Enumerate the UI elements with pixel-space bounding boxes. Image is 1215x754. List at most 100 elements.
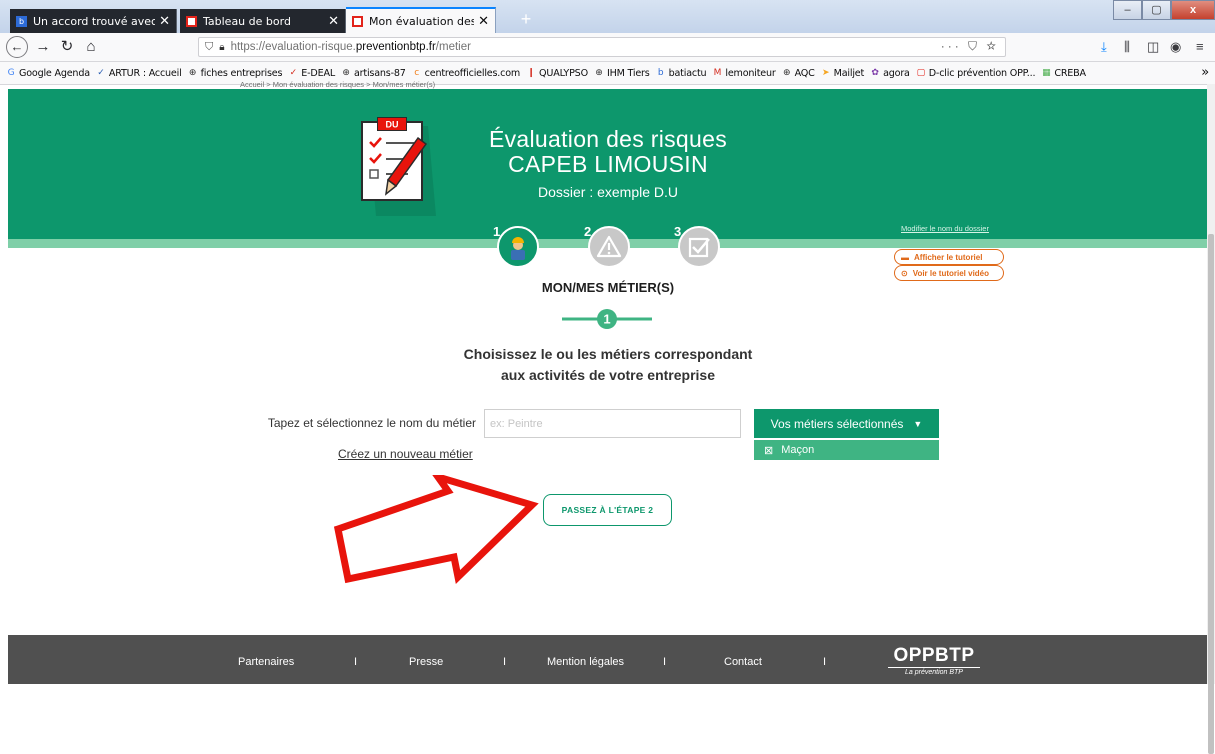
url-bar[interactable]: ⛉ 🔒︎ https://evaluation-risque. preventio…	[198, 37, 1006, 57]
back-icon[interactable]: ←	[6, 36, 28, 58]
close-tab-icon[interactable]: ✕	[159, 14, 170, 29]
tab-label: Mon évaluation des risques	[369, 14, 475, 28]
browser-navbar: ← → ↻ ⌂ ⛉ 🔒︎ https://evaluation-risque. p…	[0, 33, 1215, 62]
bookmark-item[interactable]: ▢ D-clic prévention OPP...	[916, 68, 1036, 79]
maximize-button[interactable]: ▢	[1142, 0, 1171, 20]
bookmark-item[interactable]: ⊕ fiches entreprises	[188, 68, 283, 79]
checked-box-icon[interactable]: ⊠	[764, 444, 773, 457]
caret-down-icon: ▼	[913, 418, 923, 429]
home-icon[interactable]: ⌂	[80, 37, 102, 57]
batiactu-favicon-icon: b	[16, 15, 27, 27]
page-scrollbar[interactable]	[1207, 84, 1215, 754]
bookmark-label: Mailjet	[833, 67, 865, 79]
hero-title-line1: Évaluation des risques	[488, 126, 727, 152]
reload-icon[interactable]: ↻	[56, 37, 78, 57]
show-tutorial-label: Afficher le tutoriel	[914, 252, 983, 262]
scrollbar-thumb[interactable]	[1208, 234, 1214, 754]
bookmark-label: lemoniteur	[725, 67, 776, 79]
bookmark-item[interactable]: ➤ Mailjet	[821, 68, 864, 79]
minimize-button[interactable]: –	[1113, 0, 1142, 20]
footer-separator: I	[663, 656, 667, 668]
forward-icon[interactable]: →	[32, 37, 54, 57]
browser-tab-3-active[interactable]: Mon évaluation des risques ✕	[346, 7, 496, 33]
create-job-link[interactable]: Créez un nouveau métier	[338, 447, 473, 461]
selected-jobs-dropdown[interactable]: Vos métiers sélectionnés ▼	[754, 409, 939, 438]
bookmark-label: agora	[883, 67, 910, 79]
bookmark-item[interactable]: G Google Agenda	[6, 68, 90, 79]
close-window-button[interactable]: x	[1171, 0, 1215, 20]
section-title: MON/MES MÉTIER(S)	[541, 280, 675, 295]
rename-folder-link[interactable]: Modifier le nom du dossier	[901, 224, 989, 233]
bookmark-item[interactable]: c centreofficielles.com	[412, 68, 520, 79]
video-tutorial-button[interactable]: ⊙ Voir le tutoriel vidéo	[894, 265, 1004, 281]
bookmark-item[interactable]: b batiactu	[656, 68, 707, 79]
step-2-badge[interactable]: 2	[584, 224, 630, 268]
footer-link-legal[interactable]: Mention légales	[547, 656, 624, 668]
more-bookmarks-chevron-icon[interactable]: »	[1201, 62, 1209, 84]
bookmark-label: QUALYPSO	[539, 67, 588, 79]
bookmark-item[interactable]: ▦ CREBA	[1041, 68, 1086, 79]
oppbtp-logo[interactable]: OPPBTP La prévention BTP	[888, 646, 980, 679]
google-icon: G	[7, 68, 15, 78]
lock-icon[interactable]: 🔒︎	[219, 42, 224, 53]
step-1-badge[interactable]: 1	[493, 224, 539, 268]
close-tab-icon[interactable]: ✕	[478, 14, 489, 29]
doc-badge-text: DU	[386, 120, 399, 130]
tab-label: Un accord trouvé avec l'Etat po	[33, 14, 156, 28]
url-host: preventionbtp.fr	[355, 41, 436, 53]
downloads-icon[interactable]: ⤓	[1101, 39, 1107, 55]
show-tutorial-button[interactable]: ▬ Afficher le tutoriel	[894, 249, 1004, 265]
dclic-icon: ▢	[916, 68, 926, 78]
bookmark-item[interactable]: ❙ QUALYPSO	[526, 68, 588, 79]
url-prefix: https://evaluation-risque.	[230, 41, 356, 53]
bookmark-item[interactable]: ✓ E-DEAL	[288, 68, 336, 79]
bookmark-label: D-clic prévention OPP...	[928, 67, 1036, 79]
warning-icon	[596, 235, 622, 258]
bookmark-item[interactable]: Mlemoniteur	[712, 67, 776, 79]
job-search-input[interactable]	[484, 409, 741, 438]
menu-icon[interactable]: ≡	[1196, 39, 1204, 54]
bookmark-label: artisans-87	[353, 67, 406, 79]
step-indicator: 1	[562, 309, 652, 329]
step-3-badge[interactable]: 3	[674, 224, 720, 268]
opp-favicon-icon	[352, 15, 363, 27]
breadcrumb: Accueil > Mon évaluation des risques > M…	[240, 80, 436, 89]
mailjet-icon: ➤	[821, 68, 830, 78]
selected-job-item[interactable]: ⊠ Maçon	[754, 440, 939, 460]
bookmark-item[interactable]: ⊕ artisans-87	[341, 68, 406, 79]
bookmark-label: AQC	[794, 67, 815, 79]
document-checklist-icon: DU	[361, 117, 436, 216]
account-icon[interactable]: ◉	[1170, 39, 1181, 55]
footer-link-partners[interactable]: Partenaires	[238, 656, 294, 668]
next-step-button[interactable]: PASSEZ À L'ÉTAPE 2	[543, 494, 672, 526]
bookmark-label: fiches entreprises	[200, 67, 283, 79]
dashboard-favicon-icon	[186, 15, 197, 27]
footer-separator: I	[503, 656, 507, 668]
new-tab-button[interactable]: +	[516, 9, 536, 31]
sidebar-icon[interactable]: ◫	[1147, 39, 1159, 55]
library-icon[interactable]: ⫼	[1124, 39, 1130, 55]
bookmark-item[interactable]: ✓ ARTUR : Accueil	[96, 68, 182, 79]
browser-tab-2[interactable]: Tableau de bord ✕	[180, 9, 346, 33]
close-tab-icon[interactable]: ✕	[328, 14, 339, 29]
bookmark-item[interactable]: ⊕ AQC	[782, 68, 815, 79]
page-actions-icons[interactable]: ··· ⛉ ☆	[941, 39, 999, 54]
bookmark-item[interactable]: ✿ agora	[870, 68, 910, 79]
bookmark-label: Google Agenda	[19, 67, 90, 79]
bookmark-item[interactable]: ⊕ IHM Tiers	[594, 68, 650, 79]
browser-titlebar: b Un accord trouvé avec l'Etat po ✕ Tabl…	[0, 0, 1215, 33]
bookmark-label: centreofficielles.com	[424, 67, 521, 79]
footer-link-press[interactable]: Presse	[409, 656, 443, 668]
agora-icon: ✿	[871, 68, 879, 78]
browser-tab-1[interactable]: b Un accord trouvé avec l'Etat po ✕	[10, 9, 177, 33]
lemoniteur-icon: M	[713, 68, 722, 78]
selected-job-label: Maçon	[781, 444, 815, 456]
tracking-shield-icon[interactable]: ⛉	[205, 41, 213, 54]
instructions-line2: aux activités de votre entreprise	[501, 367, 715, 383]
job-field-label: Tapez et sélectionnez le nom du métier	[267, 416, 476, 430]
tab-label: Tableau de bord	[203, 14, 291, 28]
footer-link-contact[interactable]: Contact	[724, 656, 762, 668]
selected-jobs-label: Vos métiers sélectionnés	[770, 416, 904, 431]
globe-icon: ⊕	[595, 68, 603, 78]
bookmarks-bar: G Google Agenda ✓ ARTUR : Accueil ⊕ fiches en…	[0, 62, 1215, 85]
